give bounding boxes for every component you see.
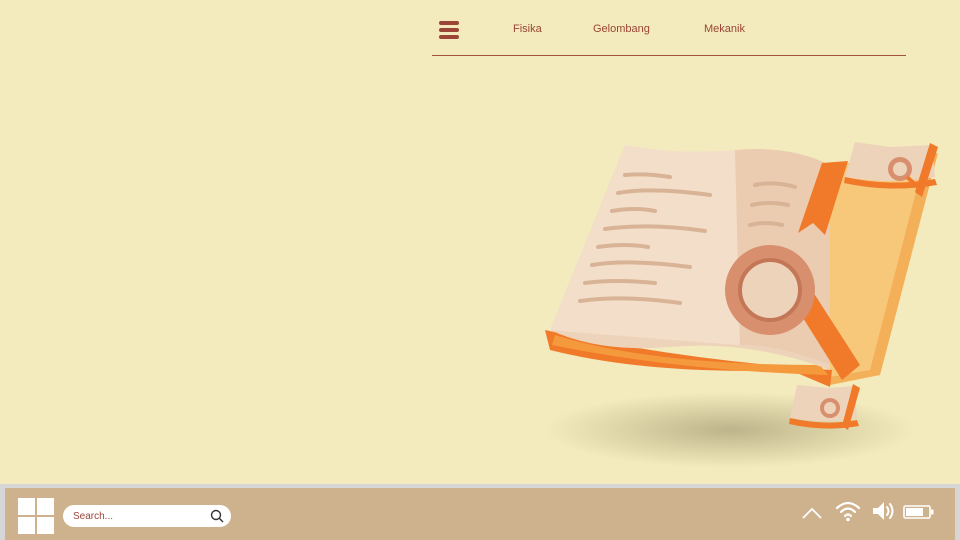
chevron-up-icon[interactable] <box>801 506 823 520</box>
battery-icon[interactable] <box>903 505 935 519</box>
book-shadow <box>545 392 915 468</box>
nav-link-gelombang[interactable]: Gelombang <box>593 23 650 35</box>
windows-start-icon[interactable] <box>18 498 54 534</box>
small-book-icon-bottom <box>789 384 860 430</box>
hamburger-menu-icon[interactable] <box>439 21 459 39</box>
search-input[interactable] <box>73 508 203 524</box>
nav-link-fisika[interactable]: Fisika <box>513 23 542 35</box>
volume-icon[interactable] <box>871 500 895 522</box>
nav-link-mekanik[interactable]: Mekanik <box>704 23 745 35</box>
top-navigation: Fisika Gelombang Mekanik <box>432 14 906 56</box>
hero-book-illustration <box>545 142 938 468</box>
search-icon[interactable] <box>210 509 224 523</box>
wifi-icon[interactable] <box>835 500 861 522</box>
taskbar <box>0 484 960 540</box>
search-bar[interactable] <box>63 505 231 527</box>
